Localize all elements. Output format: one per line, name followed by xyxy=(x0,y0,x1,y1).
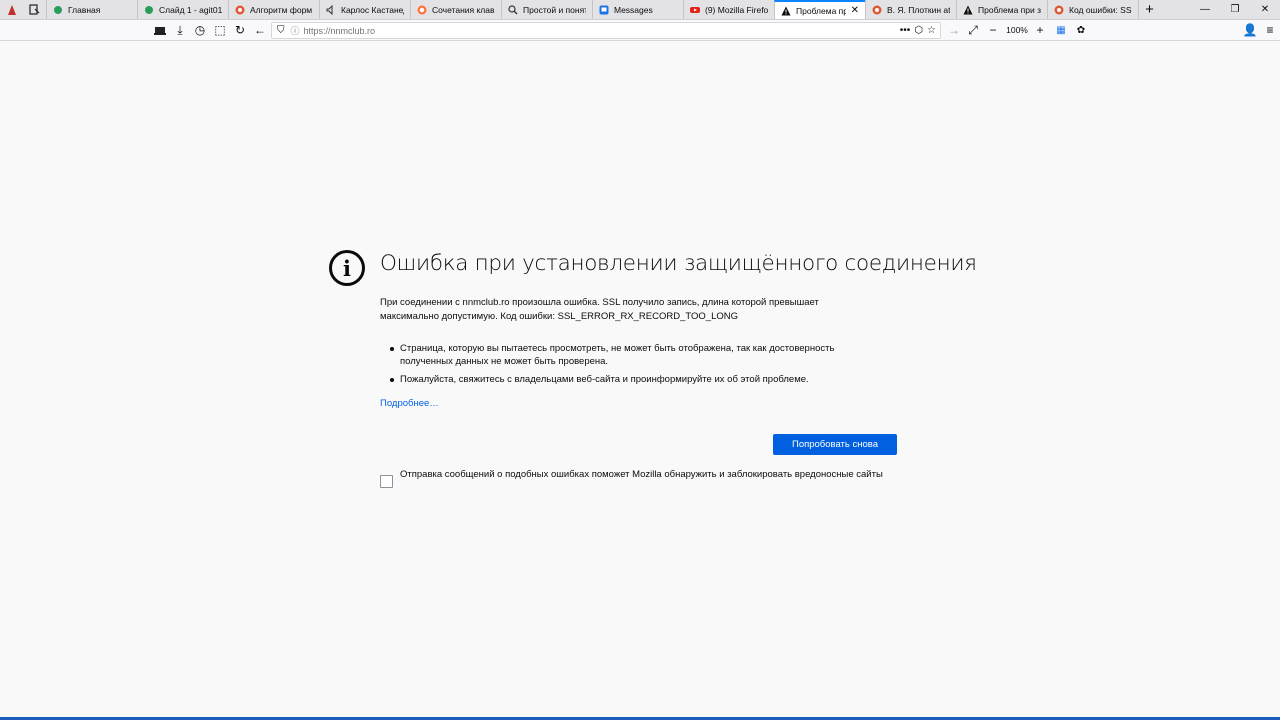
tab-4[interactable]: Карлос Кастанед xyxy=(319,0,410,19)
tab-2[interactable]: Слайд 1 - agit01.r xyxy=(137,0,228,19)
tab-label: Проблема при з xyxy=(978,4,1041,15)
globe-icon xyxy=(53,5,63,15)
duckduckgo-icon xyxy=(872,5,882,15)
tab-label: (9) Mozilla Firefo xyxy=(705,4,768,15)
translate-icon[interactable]: ▦ xyxy=(1051,21,1071,40)
library-icon[interactable] xyxy=(150,21,170,40)
tab-9[interactable]: Проблема пр ✕ xyxy=(774,0,865,19)
zoom-level[interactable]: 100% xyxy=(1004,25,1030,35)
tab-label: Messages xyxy=(614,4,653,15)
new-tab-button[interactable]: + xyxy=(1138,0,1160,19)
error-title: Ошибка при установлении защищённого соед… xyxy=(380,251,977,276)
account-icon[interactable]: 👤 xyxy=(1240,21,1260,40)
tab-10[interactable]: В. Я. Плоткин at xyxy=(865,0,956,19)
error-report-option: Отправка сообщений о подобных ошибках по… xyxy=(380,468,900,488)
download-icon[interactable]: ⤓ xyxy=(170,21,190,40)
bookmark-manager-icon[interactable] xyxy=(23,0,46,19)
tab-label: Слайд 1 - agit01.r xyxy=(159,4,222,15)
tab-8[interactable]: (9) Mozilla Firefo xyxy=(683,0,774,19)
close-window-button[interactable]: ✕ xyxy=(1250,0,1280,19)
globe-icon xyxy=(144,5,154,15)
url-text[interactable]: https://nnmclub.ro xyxy=(304,26,376,36)
shield-icon[interactable]: ⛉ xyxy=(277,25,285,36)
tab-12[interactable]: Код ошибки: SSL xyxy=(1047,0,1138,19)
tab-6[interactable]: Простой и понят xyxy=(501,0,592,19)
fullscreen-icon[interactable]: ⤢ xyxy=(963,21,983,40)
try-again-button[interactable]: Попробовать снова xyxy=(773,434,897,455)
firefox-icon xyxy=(417,5,427,15)
list-item: Страница, которую вы пытаетесь просмотре… xyxy=(390,342,870,368)
minimize-button[interactable]: — xyxy=(1190,0,1220,19)
youtube-icon xyxy=(690,5,700,15)
tab-label: Проблема пр xyxy=(796,5,846,16)
search-icon xyxy=(508,4,518,15)
pocket-icon[interactable]: ⬡ xyxy=(914,25,923,36)
list-item: Пожалуйста, свяжитесь с владельцами веб-… xyxy=(390,373,870,386)
learn-more-link[interactable]: Подробнее… xyxy=(380,398,439,409)
warning-icon xyxy=(963,5,973,15)
tab-1[interactable]: Главная xyxy=(46,0,137,19)
url-bar[interactable]: ⛉ ⓘ https://nnmclub.ro ••• ⬡ ☆ xyxy=(271,22,941,39)
bookmark-star-icon[interactable]: ☆ xyxy=(927,25,936,36)
restore-button[interactable]: ❐ xyxy=(1220,0,1250,19)
menu-icon[interactable]: ≡ xyxy=(1260,21,1280,40)
reload-button[interactable]: ↻ xyxy=(230,21,250,40)
zoom-in-button[interactable]: + xyxy=(1030,21,1050,40)
tab-label: Главная xyxy=(68,4,101,15)
tab-3[interactable]: Алгоритм форм xyxy=(228,0,319,19)
tab-strip: Главная Слайд 1 - agit01.r Алгоритм форм Ка… xyxy=(0,0,1280,20)
window-controls: — ❐ ✕ xyxy=(1190,0,1280,19)
tab-label: Алгоритм форм xyxy=(250,4,313,15)
tab-label: Сочетания клави xyxy=(432,4,495,15)
report-checkbox[interactable] xyxy=(380,475,393,488)
tab-label: Простой и понят xyxy=(523,4,586,15)
zoom-out-button[interactable]: − xyxy=(983,21,1003,40)
user-icon[interactable] xyxy=(0,0,23,19)
error-info-icon: i xyxy=(329,250,365,286)
back-button[interactable]: ← xyxy=(250,21,270,40)
warning-icon xyxy=(781,6,791,16)
forward-button[interactable]: → xyxy=(944,21,964,40)
page-actions-icon[interactable]: ••• xyxy=(900,25,911,36)
report-checkbox-label[interactable]: Отправка сообщений о подобных ошибках по… xyxy=(400,468,883,488)
tab-label: В. Я. Плоткин at xyxy=(887,4,950,15)
speaker-icon xyxy=(326,4,336,15)
close-tab-icon[interactable]: ✕ xyxy=(851,5,859,16)
tab-11[interactable]: Проблема при з xyxy=(956,0,1047,19)
tab-label: Карлос Кастанед xyxy=(341,4,404,15)
save-to-pocket-icon[interactable]: ⬚ xyxy=(210,21,230,40)
tab-7[interactable]: Messages xyxy=(592,0,683,19)
duckduckgo-icon xyxy=(1054,5,1064,15)
messages-icon xyxy=(599,5,609,15)
error-bullets: Страница, которую вы пытаетесь просмотре… xyxy=(390,342,870,391)
duckduckgo-icon xyxy=(235,5,245,15)
error-description: При соединении с nnmclub.ro произошла ош… xyxy=(380,297,819,322)
tab-5[interactable]: Сочетания клави xyxy=(410,0,501,19)
tab-label: Код ошибки: SSL xyxy=(1069,4,1132,15)
info-icon[interactable]: ⓘ xyxy=(291,24,300,37)
history-icon[interactable]: ◷ xyxy=(190,21,210,40)
extension-paw-icon[interactable]: ✿ xyxy=(1071,21,1091,40)
